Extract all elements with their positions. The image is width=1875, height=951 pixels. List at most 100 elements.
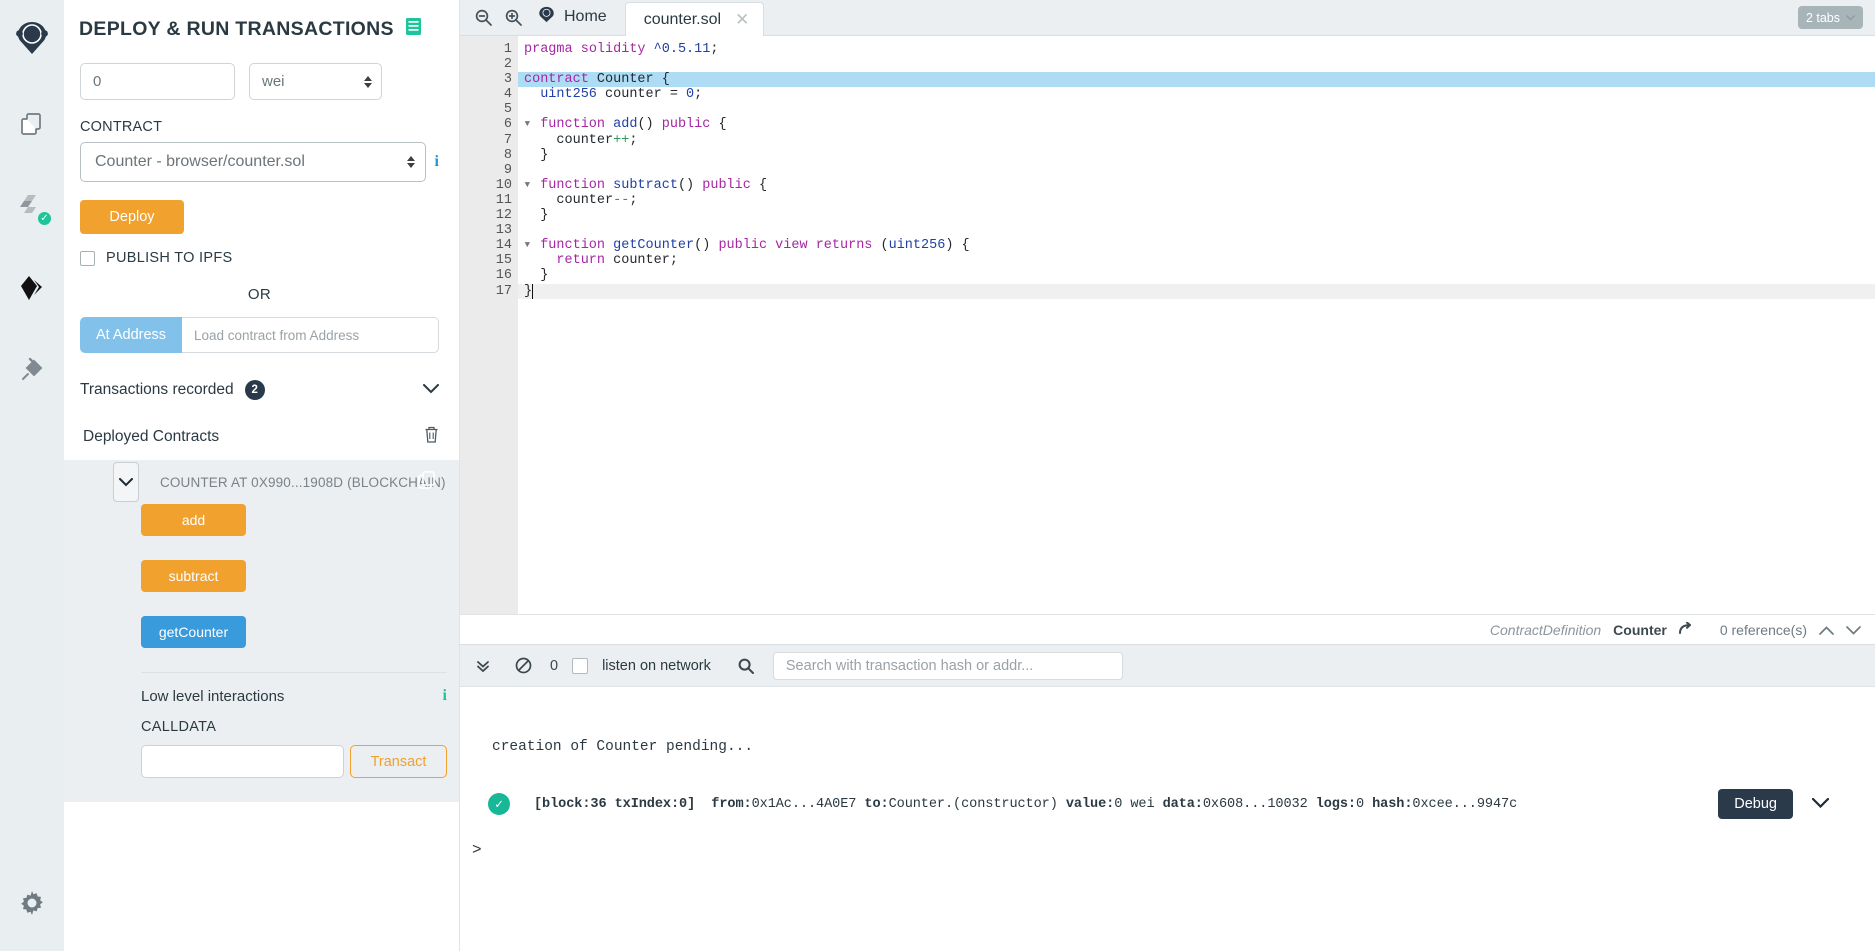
tx-from-label: from: <box>711 797 751 812</box>
code-line[interactable]: function add() public { <box>518 117 1875 132</box>
contract-row: Counter - browser/counter.sol i <box>80 142 439 182</box>
tx-logs-value: 0 <box>1356 797 1364 812</box>
code-line[interactable]: uint256 counter = 0; <box>518 87 1875 102</box>
publish-ipfs-checkbox[interactable] <box>80 251 95 266</box>
instance-title: COUNTER AT 0X990...1908D (BLOCKCHAIN) <box>160 475 446 490</box>
at-address-button[interactable]: At Address <box>80 317 182 353</box>
udapp-body: wei CONTRACT Counter - browser/counter.s… <box>64 63 459 448</box>
terminal-prompt[interactable]: > <box>460 841 1875 859</box>
tx-value-label: value: <box>1066 797 1114 812</box>
tx-data-label: data: <box>1163 797 1203 812</box>
calldata-row: Transact <box>141 745 447 778</box>
tx-to-value: Counter.(constructor) <box>889 797 1058 812</box>
listen-on-network-label: listen on network <box>602 658 711 674</box>
listen-on-network-checkbox[interactable] <box>572 658 588 674</box>
gutter-line: 15 <box>460 253 518 268</box>
gutter-line: 4 <box>460 87 518 102</box>
code-line[interactable]: } <box>518 284 1875 299</box>
function-button-add[interactable]: add <box>141 504 246 536</box>
transact-button[interactable]: Transact <box>350 745 447 778</box>
clear-console-icon[interactable] <box>510 653 536 679</box>
terminal-search-input[interactable] <box>773 652 1123 680</box>
debug-button[interactable]: Debug <box>1718 789 1793 819</box>
code-editor[interactable]: 123▼456▼78910▼11121314▼151617 pragma sol… <box>460 36 1875 614</box>
search-icon[interactable] <box>733 653 759 679</box>
code-line[interactable]: counter++; <box>518 133 1875 148</box>
code-line[interactable]: contract Counter { <box>518 72 1875 87</box>
goto-definition-icon[interactable] <box>1679 622 1696 638</box>
close-icon[interactable]: ✕ <box>735 10 749 30</box>
editor-code[interactable]: pragma solidity ^0.5.11; contract Counte… <box>518 36 1875 614</box>
code-line[interactable] <box>518 223 1875 238</box>
terminal-transaction-row[interactable]: ✓ [block:36 txIndex:0] from:0x1Ac...4A0E… <box>460 793 1875 815</box>
zoom-out-icon[interactable] <box>468 0 498 35</box>
code-line[interactable]: return counter; <box>518 253 1875 268</box>
plugin-manager-icon[interactable] <box>0 340 64 400</box>
function-button-getcounter[interactable]: getCounter <box>141 616 246 648</box>
code-line[interactable] <box>518 57 1875 72</box>
code-line[interactable] <box>518 102 1875 117</box>
references-prev-chevron-up-icon[interactable] <box>1819 622 1834 638</box>
clear-instances-trash-icon[interactable] <box>424 426 439 448</box>
references-next-chevron-down-icon[interactable] <box>1846 622 1861 638</box>
gutter-line: 8 <box>460 148 518 163</box>
publish-ipfs-label: PUBLISH TO IPFS <box>106 250 232 266</box>
code-line[interactable]: } <box>518 208 1875 223</box>
function-button-subtract[interactable]: subtract <box>141 560 246 592</box>
copy-address-icon[interactable] <box>418 471 435 494</box>
terminal-output[interactable]: creation of Counter pending... ✓ [block:… <box>460 687 1875 951</box>
contract-info-icon[interactable]: i <box>435 153 439 171</box>
transaction-summary: [block:36 txIndex:0] from:0x1Ac...4A0E7 … <box>534 797 1517 812</box>
tab-home[interactable]: Home <box>528 0 625 35</box>
low-level-label: Low level interactions <box>141 688 284 705</box>
transaction-success-check-icon: ✓ <box>488 793 510 815</box>
gutter-line: 13 <box>460 223 518 238</box>
file-explorers-icon[interactable] <box>0 94 64 154</box>
editor-statusbar: ContractDefinition Counter 0 reference(s… <box>460 614 1875 644</box>
transactions-recorded-chevron-down-icon[interactable] <box>423 381 439 399</box>
at-address-input[interactable] <box>182 317 439 353</box>
code-line[interactable]: pragma solidity ^0.5.11; <box>518 42 1875 57</box>
unit-select-value: wei <box>262 73 285 90</box>
terminal-toolbar: 0 listen on network <box>460 645 1875 687</box>
instance-expand-chevron-down-icon[interactable] <box>113 462 139 502</box>
code-line[interactable]: function getCounter() public view return… <box>518 238 1875 253</box>
instance-header[interactable]: COUNTER AT 0X990...1908D (BLOCKCHAIN) <box>64 460 460 504</box>
value-input[interactable] <box>80 63 235 100</box>
panel-docs-icon[interactable] <box>406 18 421 41</box>
zoom-in-icon[interactable] <box>498 0 528 35</box>
code-line[interactable]: } <box>518 268 1875 283</box>
settings-gear-icon[interactable] <box>0 873 64 933</box>
code-line[interactable]: } <box>518 148 1875 163</box>
transactions-recorded-header[interactable]: Transactions recorded 2 <box>80 380 439 400</box>
tx-value-value: 0 wei <box>1114 797 1154 812</box>
main-area: Home counter.sol ✕ 2 tabs 123▼456▼78910▼… <box>460 0 1875 951</box>
tx-from-value: 0x1Ac...4A0E7 <box>752 797 857 812</box>
code-line[interactable]: counter--; <box>518 193 1875 208</box>
panel-title: DEPLOY & RUN TRANSACTIONS <box>64 0 459 41</box>
tabs-count-badge[interactable]: 2 tabs <box>1798 6 1863 29</box>
editor-gutter: 123▼456▼78910▼11121314▼151617 <box>460 36 518 614</box>
unit-select[interactable]: wei <box>249 63 382 100</box>
gutter-line: 16 <box>460 268 518 283</box>
gutter-line: 10▼ <box>460 178 518 193</box>
deploy-button[interactable]: Deploy <box>80 200 184 234</box>
tx-block: [block:36 txIndex:0] <box>534 797 695 812</box>
low-level-info-icon[interactable]: i <box>443 687 447 705</box>
remix-home-icon[interactable] <box>0 8 64 68</box>
tab-counter-sol[interactable]: counter.sol ✕ <box>625 2 765 36</box>
pending-transactions-count: 0 <box>550 658 558 674</box>
deploy-run-icon[interactable] <box>0 258 64 318</box>
gutter-line: 3▼ <box>460 72 518 87</box>
panel-title-text: DEPLOY & RUN TRANSACTIONS <box>79 18 394 41</box>
code-line[interactable]: function subtract() public { <box>518 178 1875 193</box>
code-line[interactable] <box>518 163 1875 178</box>
toggle-terminal-chevrons-icon[interactable] <box>470 653 496 679</box>
solidity-compiler-icon[interactable]: ✓ <box>0 176 64 236</box>
gutter-line: 6▼ <box>460 117 518 132</box>
gutter-line: 17 <box>460 284 518 299</box>
calldata-input[interactable] <box>141 745 344 778</box>
gutter-line: 5 <box>460 102 518 117</box>
transaction-expand-chevron-down-icon[interactable] <box>1812 795 1829 813</box>
contract-select[interactable]: Counter - browser/counter.sol <box>80 142 426 182</box>
